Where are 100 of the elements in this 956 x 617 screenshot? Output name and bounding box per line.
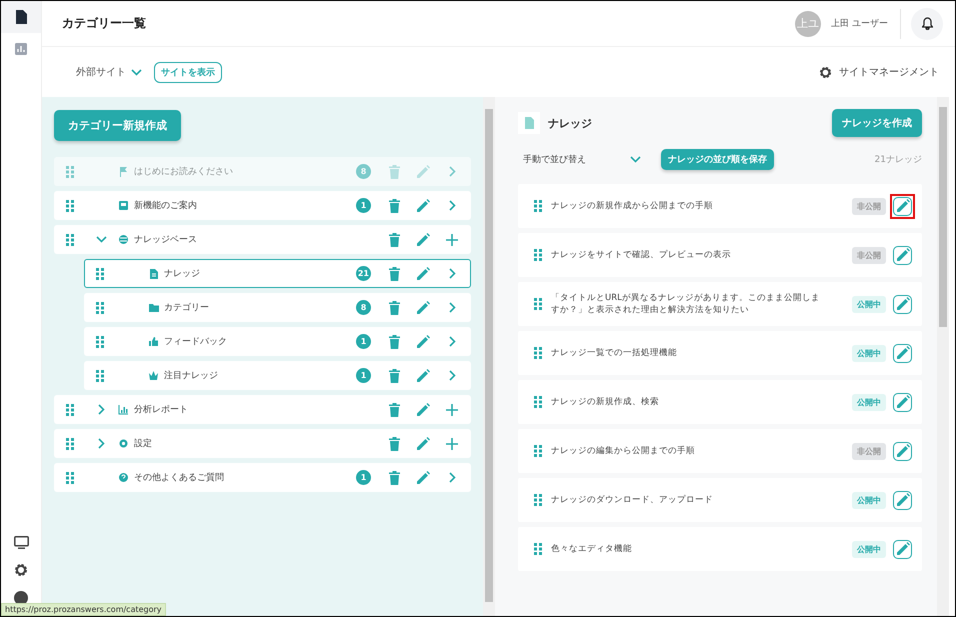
settings-icon[interactable] bbox=[14, 563, 28, 577]
chevron-right-icon[interactable] bbox=[448, 370, 456, 381]
knowledge-card[interactable]: ナレッジをサイトで確認、プレビューの表示 非公開 bbox=[518, 233, 922, 277]
category-row[interactable]: 新機能のご案内 1 bbox=[54, 191, 471, 220]
help-icon[interactable] bbox=[14, 591, 28, 605]
drag-handle-icon[interactable] bbox=[534, 543, 542, 555]
category-row[interactable]: その他よくあるご質問 1 bbox=[54, 463, 471, 492]
drag-handle-icon[interactable] bbox=[96, 268, 104, 280]
trash-icon[interactable] bbox=[389, 232, 400, 246]
drag-handle-icon[interactable] bbox=[66, 234, 74, 246]
knowledge-title: ナレッジ一覧での一括処理機能 bbox=[551, 346, 678, 360]
document-icon bbox=[518, 112, 540, 134]
knowledge-card[interactable]: 色々なエディタ機能 公開中 bbox=[518, 527, 922, 571]
category-row[interactable]: 分析レポート bbox=[54, 395, 471, 424]
trash-icon[interactable] bbox=[389, 402, 400, 416]
trash-icon[interactable] bbox=[389, 368, 400, 382]
pencil-icon bbox=[896, 199, 910, 213]
trash-icon[interactable] bbox=[389, 300, 400, 314]
pencil-icon bbox=[896, 395, 910, 409]
add-icon[interactable] bbox=[446, 404, 458, 416]
knowledge-card[interactable]: ナレッジの編集から公開までの手順 非公開 bbox=[518, 429, 922, 473]
knowledge-card[interactable]: ナレッジ一覧での一括処理機能 公開中 bbox=[518, 331, 922, 375]
site-management-link[interactable]: サイトマネージメント bbox=[813, 64, 945, 80]
user-name[interactable]: 上田 ユーザー bbox=[831, 8, 901, 38]
edit-icon[interactable] bbox=[416, 300, 430, 314]
category-row[interactable]: ナレッジベース bbox=[54, 225, 471, 254]
category-row[interactable]: カテゴリー 8 bbox=[84, 293, 471, 322]
document-icon[interactable] bbox=[16, 10, 26, 24]
site-selector[interactable]: 外部サイト bbox=[76, 65, 142, 79]
sidebar-item[interactable] bbox=[1, 1, 41, 33]
edit-icon[interactable] bbox=[416, 198, 430, 212]
trash-icon[interactable] bbox=[389, 266, 400, 280]
add-icon[interactable] bbox=[446, 438, 458, 450]
edit-icon[interactable] bbox=[416, 436, 430, 450]
edit-button[interactable] bbox=[893, 344, 912, 362]
expand-icon[interactable] bbox=[98, 404, 104, 415]
folder-icon bbox=[148, 302, 159, 313]
trash-icon[interactable] bbox=[389, 436, 400, 450]
edit-button[interactable] bbox=[893, 294, 912, 314]
trash-icon[interactable] bbox=[389, 470, 400, 484]
chevron-down-icon[interactable] bbox=[630, 156, 641, 163]
pencil-icon bbox=[896, 493, 910, 507]
drag-handle-icon[interactable] bbox=[534, 396, 542, 408]
chart-icon[interactable] bbox=[15, 43, 27, 55]
status-badge: 非公開 bbox=[852, 246, 886, 264]
drag-handle-icon[interactable] bbox=[66, 438, 74, 450]
edit-icon[interactable] bbox=[416, 232, 430, 246]
drag-handle-icon[interactable] bbox=[66, 200, 74, 212]
drag-handle-icon[interactable] bbox=[66, 472, 74, 484]
chevron-right-icon[interactable] bbox=[448, 200, 456, 211]
drag-handle-icon[interactable] bbox=[534, 347, 542, 359]
drag-handle-icon[interactable] bbox=[534, 200, 542, 212]
scrollbar[interactable] bbox=[937, 97, 949, 616]
edit-icon[interactable] bbox=[416, 266, 430, 280]
category-row[interactable]: 注目ナレッジ 1 bbox=[84, 361, 471, 390]
drag-handle-icon[interactable] bbox=[66, 404, 74, 416]
edit-button[interactable] bbox=[893, 442, 912, 460]
edit-icon[interactable] bbox=[416, 334, 430, 348]
drag-handle-icon[interactable] bbox=[534, 494, 542, 506]
drag-handle-icon[interactable] bbox=[534, 445, 542, 457]
count-badge: 8 bbox=[356, 300, 371, 315]
knowledge-card[interactable]: 「タイトルとURLが異なるナレッジがあります。このまま公開しますか？」と表示された理由と解決方法を知りたい 公開中 bbox=[518, 282, 922, 326]
flag-icon bbox=[118, 166, 129, 177]
drag-handle-icon[interactable] bbox=[96, 370, 104, 382]
knowledge-title: 色々なエディタ機能 bbox=[551, 542, 633, 556]
chevron-down-icon[interactable] bbox=[131, 68, 142, 76]
chevron-right-icon[interactable] bbox=[448, 268, 456, 279]
expand-icon[interactable] bbox=[98, 438, 104, 449]
category-name: 注目ナレッジ bbox=[164, 370, 218, 382]
edit-icon[interactable] bbox=[416, 368, 430, 382]
count-badge: 8 bbox=[356, 164, 371, 179]
trash-icon[interactable] bbox=[389, 334, 400, 348]
collapse-icon[interactable] bbox=[96, 236, 106, 243]
drag-handle-icon[interactable] bbox=[534, 249, 542, 261]
monitor-icon[interactable] bbox=[14, 536, 28, 549]
category-row[interactable]: フィードバック 1 bbox=[84, 327, 471, 356]
status-badge: 公開中 bbox=[852, 540, 886, 558]
knowledge-card[interactable]: ナレッジの新規作成、検索 公開中 bbox=[518, 380, 922, 424]
chevron-right-icon[interactable] bbox=[448, 302, 456, 313]
count-badge: 1 bbox=[356, 470, 371, 485]
chevron-right-icon[interactable] bbox=[448, 336, 456, 347]
category-row[interactable]: 設定 bbox=[54, 429, 471, 458]
trash-icon[interactable] bbox=[389, 198, 400, 212]
notification-button[interactable] bbox=[911, 8, 943, 40]
edit-button[interactable] bbox=[893, 490, 912, 510]
scrollbar[interactable] bbox=[483, 97, 495, 616]
sort-dropdown[interactable]: 手動で並び替え bbox=[523, 153, 641, 166]
drag-handle-icon[interactable] bbox=[96, 302, 104, 314]
drag-handle-icon[interactable] bbox=[534, 298, 542, 310]
knowledge-card[interactable]: ナレッジの新規作成から公開までの手順 非公開 bbox=[518, 184, 922, 228]
edit-button[interactable] bbox=[893, 392, 912, 412]
edit-button[interactable] bbox=[893, 246, 912, 264]
knowledge-card[interactable]: ナレッジのダウンロード、アップロード 公開中 bbox=[518, 478, 922, 522]
chevron-right-icon[interactable] bbox=[448, 472, 456, 483]
drag-handle-icon[interactable] bbox=[96, 336, 104, 348]
add-icon[interactable] bbox=[446, 234, 458, 246]
category-row[interactable]: ナレッジ 21 bbox=[84, 259, 471, 288]
edit-icon[interactable] bbox=[416, 402, 430, 416]
edit-button[interactable] bbox=[893, 540, 912, 558]
edit-icon[interactable] bbox=[416, 470, 430, 484]
